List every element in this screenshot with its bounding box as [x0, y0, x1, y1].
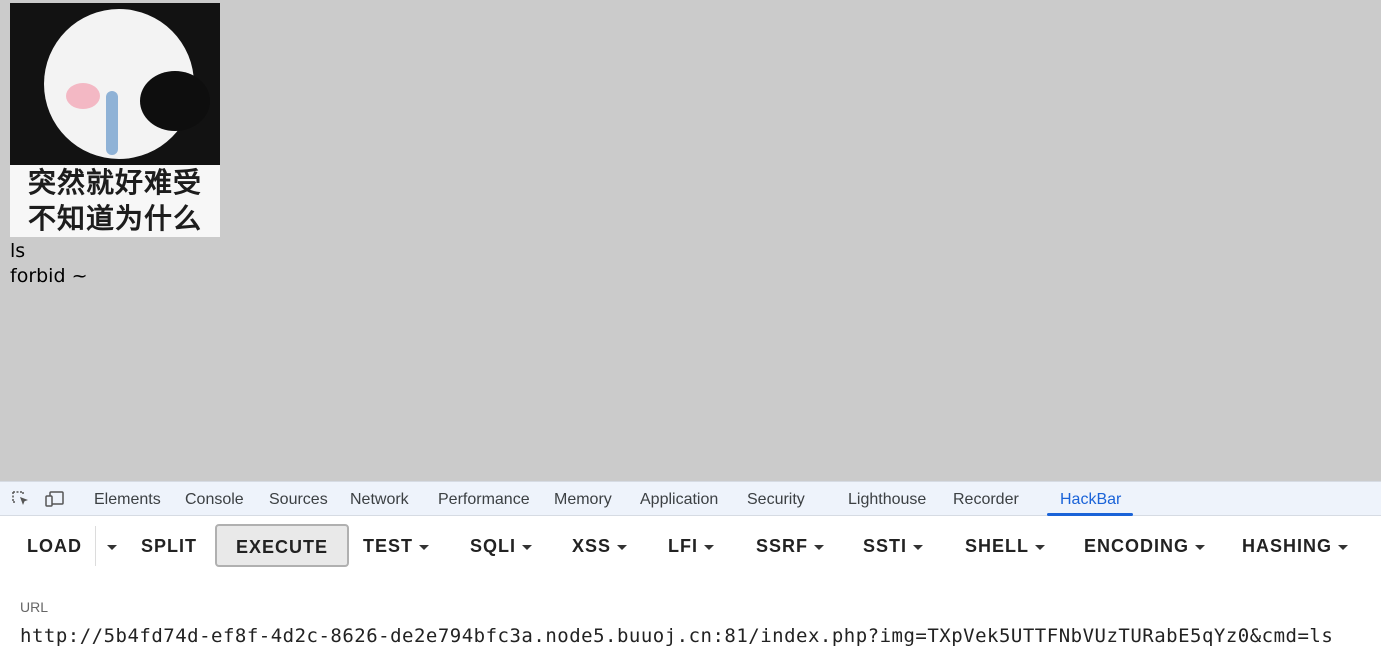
chevron-down-icon — [419, 544, 430, 550]
chevron-down-icon — [1195, 544, 1206, 550]
xss-menu-label: XSS — [572, 536, 612, 556]
tab-elements[interactable]: Elements — [94, 482, 161, 516]
meme-caption-line-1: 突然就好难受 — [27, 166, 202, 199]
shell-menu-label: SHELL — [965, 536, 1030, 556]
xss-menu-button[interactable]: XSS — [572, 525, 628, 568]
output-line-cmd: ls — [10, 240, 26, 262]
meme-image: 突然就好难受 不知道为什么 — [10, 3, 220, 237]
test-menu-label: TEST — [363, 536, 414, 556]
toolbar-divider — [95, 526, 96, 566]
chevron-down-icon — [107, 544, 117, 550]
chevron-down-icon — [913, 544, 924, 550]
sqli-menu-label: SQLI — [470, 536, 517, 556]
lfi-menu-button[interactable]: LFI — [668, 525, 714, 568]
panda-face-art — [10, 3, 220, 165]
execute-button[interactable]: EXECUTE — [215, 524, 350, 567]
hashing-menu-button[interactable]: HASHING — [1242, 525, 1349, 568]
encoding-menu-label: ENCODING — [1084, 536, 1190, 556]
chevron-down-icon — [617, 544, 628, 550]
url-label: URL — [20, 599, 49, 615]
meme-caption-line-2: 不知道为什么 — [27, 202, 202, 235]
tab-application[interactable]: Application — [640, 482, 718, 516]
inspect-element-icon[interactable] — [11, 490, 31, 508]
output-line-result: forbid ~ — [10, 265, 88, 287]
hackbar-toolbar: LOAD SPLIT EXECUTE TEST SQLI XSS LFI SSR… — [0, 516, 1381, 576]
tab-security[interactable]: Security — [747, 482, 805, 516]
ssti-menu-label: SSTI — [863, 536, 908, 556]
tab-sources[interactable]: Sources — [269, 482, 328, 516]
chevron-down-icon — [814, 544, 825, 550]
tab-lighthouse[interactable]: Lighthouse — [848, 482, 926, 516]
chevron-down-icon — [1035, 544, 1046, 550]
ssrf-menu-label: SSRF — [756, 536, 809, 556]
tab-memory[interactable]: Memory — [554, 482, 612, 516]
load-button[interactable]: LOAD — [27, 525, 82, 568]
split-button[interactable]: SPLIT — [141, 525, 197, 568]
url-input[interactable]: http://5b4fd74d-ef8f-4d2c-8626-de2e794bf… — [20, 625, 1333, 647]
tab-performance[interactable]: Performance — [438, 482, 530, 516]
ssti-menu-button[interactable]: SSTI — [863, 525, 924, 568]
test-menu-button[interactable]: TEST — [363, 525, 430, 568]
chevron-down-icon — [1338, 544, 1349, 550]
devtools-tab-bar: Elements Console Sources Network Perform… — [0, 481, 1381, 516]
tab-console[interactable]: Console — [185, 482, 244, 516]
lfi-menu-label: LFI — [668, 536, 698, 556]
hashing-menu-label: HASHING — [1242, 536, 1333, 556]
device-toolbar-icon[interactable] — [45, 490, 65, 508]
load-dropdown-button[interactable] — [101, 525, 117, 568]
shell-menu-button[interactable]: SHELL — [965, 525, 1046, 568]
encoding-menu-button[interactable]: ENCODING — [1084, 525, 1206, 568]
chevron-down-icon — [704, 544, 714, 550]
ssrf-menu-button[interactable]: SSRF — [756, 525, 825, 568]
page-viewport: 突然就好难受 不知道为什么 ls forbid ~ — [0, 0, 1381, 481]
tab-recorder[interactable]: Recorder — [953, 482, 1019, 516]
tab-hackbar[interactable]: HackBar — [1060, 482, 1121, 516]
sqli-menu-button[interactable]: SQLI — [470, 525, 533, 568]
chevron-down-icon — [522, 544, 533, 550]
tab-network[interactable]: Network — [350, 482, 409, 516]
meme-caption: 突然就好难受 不知道为什么 — [10, 165, 220, 237]
